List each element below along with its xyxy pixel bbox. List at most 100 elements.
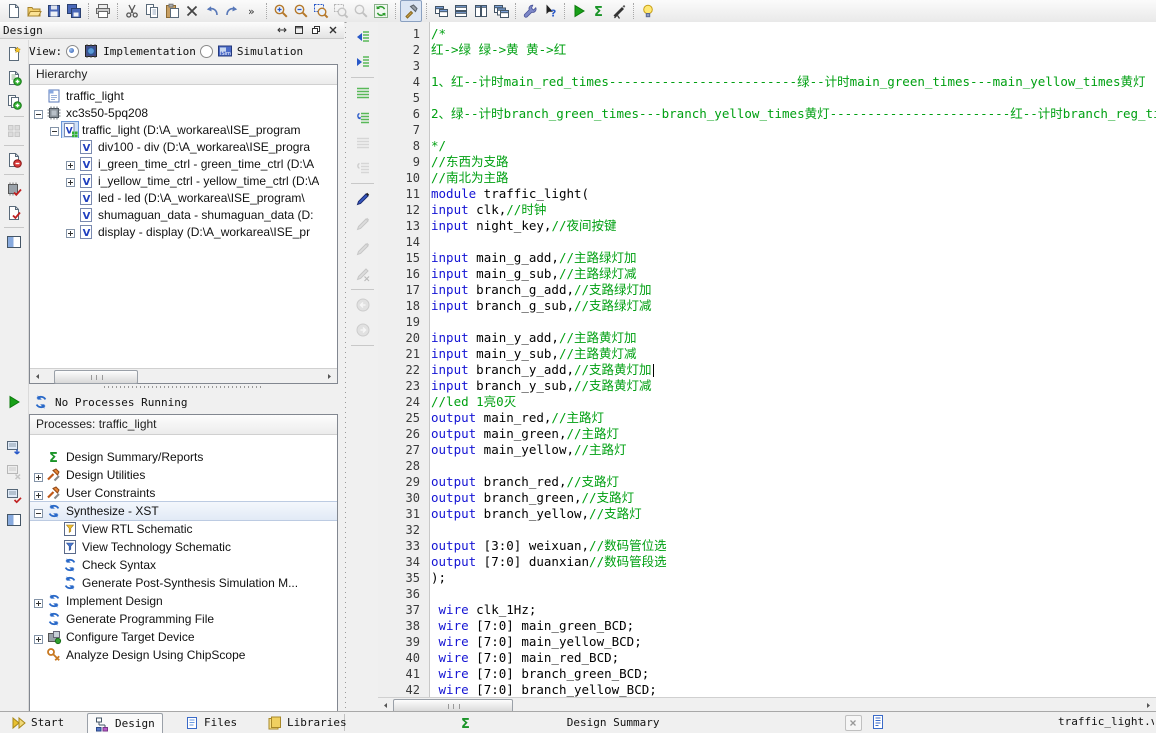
- print-icon[interactable]: [93, 1, 113, 21]
- tree-item[interactable]: Vtraffic_light (D:\A_workarea\ISE_progra…: [30, 121, 337, 138]
- refresh-icon[interactable]: [371, 1, 391, 21]
- procdown-icon[interactable]: [4, 438, 24, 458]
- removesrc-icon[interactable]: [4, 150, 24, 170]
- new-icon[interactable]: [4, 1, 24, 21]
- editor-hscrollbar[interactable]: [378, 697, 1156, 712]
- tilev-icon[interactable]: [471, 1, 491, 21]
- tree-item[interactable]: Implement Design: [30, 592, 337, 610]
- close-summary-tab-button[interactable]: [845, 715, 862, 731]
- panels-icon[interactable]: [4, 232, 24, 252]
- chipcheck-icon[interactable]: [4, 179, 24, 199]
- undo-icon[interactable]: [202, 1, 222, 21]
- expand-icon[interactable]: [34, 489, 43, 498]
- hierarchy-hscrollbar[interactable]: [30, 368, 337, 383]
- scroll-left-arrow[interactable]: [379, 699, 392, 711]
- tree-item[interactable]: Vled - led (D:\A_workarea\ISE_program\: [30, 189, 337, 206]
- redo-icon[interactable]: [222, 1, 242, 21]
- bulb-icon[interactable]: [638, 1, 658, 21]
- panel-tab-start[interactable]: Start: [4, 713, 71, 732]
- tree-item[interactable]: Configure Target Device: [30, 628, 337, 646]
- wrench-icon[interactable]: [520, 1, 540, 21]
- panel-splitter[interactable]: [29, 384, 338, 390]
- more-icon[interactable]: »: [242, 1, 262, 21]
- doccheck-icon[interactable]: [4, 203, 24, 223]
- tree-item[interactable]: User Constraints: [30, 484, 337, 502]
- scroll-right-arrow[interactable]: [1142, 699, 1155, 711]
- del-icon[interactable]: [182, 1, 202, 21]
- open-icon[interactable]: [24, 1, 44, 21]
- tree-item[interactable]: Vshumaguan_data - shumaguan_data (D:: [30, 206, 337, 223]
- tree-item[interactable]: xc3s50-5pq208: [30, 104, 337, 121]
- saveall-icon[interactable]: [64, 1, 84, 21]
- tree-item[interactable]: Vi_yellow_time_ctrl - yellow_time_ctrl (…: [30, 172, 337, 189]
- sigma-icon[interactable]: Σ: [589, 1, 609, 21]
- zoomgray-icon[interactable]: [351, 1, 371, 21]
- addcopy-icon[interactable]: [4, 92, 24, 112]
- tree-item[interactable]: Analyze Design Using ChipScope: [30, 646, 337, 664]
- expand-icon[interactable]: [66, 159, 75, 168]
- copy-icon[interactable]: [142, 1, 162, 21]
- tileh-icon[interactable]: [451, 1, 471, 21]
- source-file-tab-icon[interactable]: [870, 714, 886, 730]
- tree-item[interactable]: Design Utilities: [30, 466, 337, 484]
- pengray-icon[interactable]: [353, 214, 373, 234]
- code-editor[interactable]: 1234567891011121314151617181920212223242…: [378, 22, 1156, 712]
- pengray2-icon[interactable]: [353, 239, 373, 259]
- zoomout-icon[interactable]: [291, 1, 311, 21]
- markundo-icon[interactable]: [353, 108, 373, 128]
- procx-icon[interactable]: [4, 462, 24, 482]
- scroll-right-arrow[interactable]: [323, 370, 336, 382]
- markgray-icon[interactable]: [353, 133, 373, 153]
- helpsel-icon[interactable]: ?: [540, 1, 560, 21]
- markall-icon[interactable]: [353, 83, 373, 103]
- proccheck2-icon[interactable]: [4, 486, 24, 506]
- markgrayundo-icon[interactable]: [353, 158, 373, 178]
- play-icon[interactable]: [569, 1, 589, 21]
- tree-item[interactable]: Generate Programming File: [30, 610, 337, 628]
- implementation-radio[interactable]: [66, 45, 79, 58]
- cascade-icon[interactable]: [431, 1, 451, 21]
- panels-icon[interactable]: [4, 510, 24, 530]
- expand-icon[interactable]: [66, 227, 75, 236]
- save-icon[interactable]: [44, 1, 64, 21]
- tree-item[interactable]: Vdisplay - display (D:\A_workarea\ISE_pr: [30, 223, 337, 240]
- scroll-left-arrow[interactable]: [31, 370, 44, 382]
- panel-close-button[interactable]: [324, 23, 341, 38]
- cut-icon[interactable]: [122, 1, 142, 21]
- run-process-button[interactable]: [4, 392, 24, 412]
- zoomsel-icon[interactable]: [311, 1, 331, 21]
- tree-item[interactable]: Vdiv100 - div (D:\A_workarea\ISE_progra: [30, 138, 337, 155]
- scrollbar-thumb[interactable]: [54, 370, 138, 384]
- collapse-icon[interactable]: [50, 125, 59, 134]
- collapse-icon[interactable]: [34, 108, 43, 117]
- tree-item[interactable]: View RTL Schematic: [30, 520, 337, 538]
- simulation-radio[interactable]: [200, 45, 213, 58]
- design-panel-titlebar[interactable]: Design: [0, 22, 344, 39]
- hammer-icon[interactable]: [400, 0, 422, 22]
- tree-item[interactable]: Synthesize - XST: [30, 502, 337, 520]
- panel-float-button[interactable]: [307, 23, 324, 38]
- design-summary-tab[interactable]: Σ Design Summary: [458, 713, 862, 732]
- penblue-icon[interactable]: [353, 189, 373, 209]
- navfwd-icon[interactable]: [353, 320, 373, 340]
- panel-tab-design[interactable]: Design: [87, 713, 163, 733]
- tree-item[interactable]: View Technology Schematic: [30, 538, 337, 556]
- zoomfull-icon[interactable]: [331, 1, 351, 21]
- navprev-icon[interactable]: [353, 27, 373, 47]
- tree-item[interactable]: traffic_light: [30, 87, 337, 104]
- zoomin-icon[interactable]: [271, 1, 291, 21]
- collapse-icon[interactable]: [34, 507, 43, 516]
- paste-icon[interactable]: [162, 1, 182, 21]
- tree-item[interactable]: ΣDesign Summary/Reports: [30, 448, 337, 466]
- tree-item[interactable]: Generate Post-Synthesis Simulation M...: [30, 574, 337, 592]
- navnext-icon[interactable]: [353, 52, 373, 72]
- source-file-tab-label[interactable]: traffic_light.v: [1058, 715, 1154, 728]
- panel-maximize-button[interactable]: [290, 23, 307, 38]
- tree-item[interactable]: Vi_green_time_ctrl - green_time_ctrl (D:…: [30, 155, 337, 172]
- code-area[interactable]: /*红->绿 绿->黄 黄->红1、红--计时main_red_times---…: [431, 22, 1156, 699]
- layers-icon[interactable]: [491, 1, 511, 21]
- tree-item[interactable]: Check Syntax: [30, 556, 337, 574]
- expand-icon[interactable]: [66, 176, 75, 185]
- expand-icon[interactable]: [34, 633, 43, 642]
- penx-icon[interactable]: [353, 264, 373, 284]
